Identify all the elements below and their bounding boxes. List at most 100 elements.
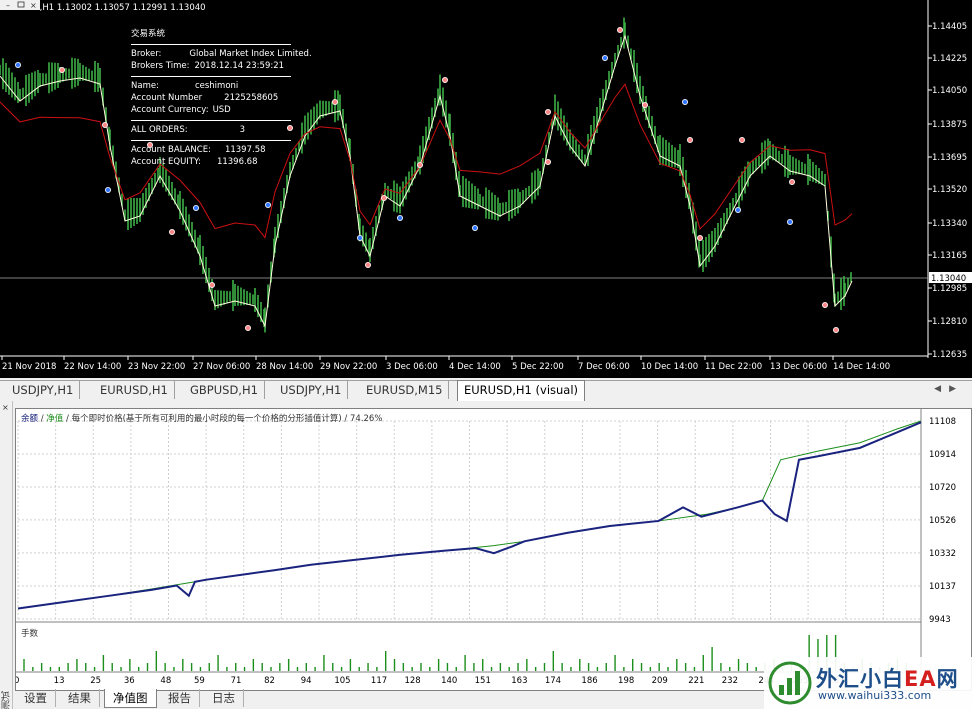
site-watermark: 外汇小白EA网 www.waihui333.com (764, 657, 972, 709)
close-icon: × (30, 1, 37, 10)
time-tick-label: 3 Dec 06:00 (386, 362, 438, 372)
price-tick-label: 1.14405 (932, 22, 967, 32)
tab-journal[interactable]: 日志 (204, 689, 244, 707)
trade-marker (822, 301, 829, 308)
orders-label: ALL ORDERS: (131, 125, 188, 135)
time-tick-label: 27 Nov 06:00 (193, 362, 250, 372)
trade-marker (356, 234, 363, 241)
trade-marker (787, 218, 794, 225)
x-tick-label: 94 (301, 676, 312, 686)
trade-marker (264, 201, 271, 208)
equity-row: Account EQUITY: 11396.68 (131, 156, 296, 168)
trade-marker (545, 109, 552, 116)
trade-marker (617, 26, 624, 33)
orders-value: 3 (239, 125, 246, 135)
time-tick-label: 4 Dec 14:00 (449, 362, 501, 372)
x-tick-label: 48 (160, 676, 171, 686)
divider (131, 140, 291, 141)
price-tick-label: 1.14225 (932, 54, 967, 64)
legend-balance: 余额 (21, 414, 39, 424)
y-tick-label: 10914 (929, 450, 956, 460)
time-tick-label: 23 Nov 22:00 (128, 362, 185, 372)
x-tick-label: 105 (334, 676, 350, 686)
tab-settings[interactable]: 设置 (16, 689, 56, 707)
y-tick-label: 10137 (929, 582, 956, 592)
y-tick-label: 10720 (929, 483, 956, 493)
time-tick-label: 22 Nov 14:00 (64, 362, 121, 372)
divider (131, 120, 291, 121)
price-tick-label: 1.13340 (932, 219, 967, 229)
y-tick-label: 9943 (929, 615, 951, 625)
balance-value: 11397.58 (224, 145, 266, 155)
tab-eurusd-m15[interactable]: EURUSD,M15 (360, 381, 450, 399)
tab-scroll-arrows[interactable]: ◀▶ (934, 384, 964, 394)
equity-value: 11396.68 (216, 157, 258, 167)
lots-label: 手数 (21, 629, 39, 639)
y-tick-label: 11108 (929, 417, 956, 427)
price-tick-label: 1.12635 (932, 350, 967, 360)
minimize-icon: – (6, 1, 10, 10)
legend-description: / 每个即时价格(基于所有可利用的最小时段的每一个价格的分形插值计算) / 74… (63, 414, 383, 424)
trade-marker (416, 161, 423, 168)
x-tick-label: 59 (194, 676, 205, 686)
watermark-url: www.waihui333.com (818, 689, 932, 702)
arrow-left-icon[interactable]: ◀ (934, 384, 949, 394)
tab-eurusd-h1[interactable]: EURUSD,H1 (94, 381, 175, 399)
trade-marker (697, 234, 704, 241)
logo-icon (768, 661, 812, 705)
time-tick-label: 13 Dec 06:00 (770, 362, 827, 372)
tester-sidebar: × 测试 (0, 401, 13, 709)
trade-marker (739, 136, 746, 143)
trade-marker (380, 194, 387, 201)
price-tick-label: 1.12985 (932, 284, 967, 294)
fast-ma-line (0, 34, 853, 328)
price-tick-label: 1.12810 (932, 317, 967, 327)
equity-label: Account EQUITY: (131, 157, 201, 167)
tab-usdjpy-h1-2[interactable]: USDJPY,H1 (274, 381, 349, 399)
arrow-right-icon[interactable]: ▶ (949, 384, 964, 394)
price-tick-label: 1.14050 (932, 86, 967, 96)
chart-tabs-bar: USDJPY,H1 EURUSD,H1 GBPUSD,H1 USDJPY,H1 … (0, 380, 972, 401)
name-row: Name: ceshimoni (131, 80, 296, 92)
tab-results[interactable]: 结果 (60, 689, 100, 707)
trade-marker (471, 224, 478, 231)
divider (131, 76, 291, 77)
x-tick-label: 140 (441, 676, 457, 686)
time-tick-label: 5 Dec 22:00 (512, 362, 564, 372)
trade-marker (168, 228, 175, 235)
graph-legend: 余额 / 净值 / 每个即时价格(基于所有可利用的最小时段的每一个价格的分形插值… (21, 412, 382, 424)
x-tick-label: 117 (371, 676, 387, 686)
divider (131, 44, 291, 45)
price-tick-label: 1.13520 (932, 185, 967, 195)
x-tick-label: 25 (90, 676, 101, 686)
time-tick-label: 11 Dec 22:00 (705, 362, 762, 372)
trade-marker (441, 77, 448, 84)
window-buttons[interactable]: – × (0, 0, 40, 10)
tab-usdjpy-h1[interactable]: USDJPY,H1 (6, 381, 81, 399)
x-tick-label: 36 (124, 676, 135, 686)
x-tick-label: 82 (264, 676, 275, 686)
system-title: 交易系统 (131, 29, 166, 39)
name-label: Name: (131, 81, 159, 91)
currency-row: Account Currency: USD (131, 104, 296, 116)
price-tick-label: 1.13875 (932, 120, 967, 130)
currency-value: USD (212, 105, 231, 115)
tab-eurusd-h1-visual[interactable]: EURUSD,H1 (visual) (457, 380, 586, 401)
time-tick-label: 28 Nov 14:00 (256, 362, 313, 372)
time-value: 2018.12.14 23:59:21 (194, 61, 285, 71)
account-row: Account Number 2125258605 (131, 92, 296, 104)
x-tick-label: 128 (404, 676, 420, 686)
y-tick-label: 10526 (929, 516, 956, 526)
price-tick-label: 1.13695 (932, 153, 967, 163)
tab-report[interactable]: 报告 (160, 689, 200, 707)
time-row: Brokers Time: 2018.12.14 23:59:21 (131, 60, 296, 72)
currency-label: Account Currency: (131, 105, 209, 115)
trade-marker (59, 67, 66, 74)
tab-gbpusd-h1[interactable]: GBPUSD,H1 (184, 381, 265, 399)
balance-row: Account BALANCE: 11397.58 (131, 144, 296, 156)
trade-marker (602, 55, 609, 62)
price-chart[interactable]: 1.14405 1.14225 1.14050 1.13875 1.13695 1.135… (0, 0, 972, 378)
tab-equity-graph[interactable]: 净值图 (104, 689, 157, 708)
x-tick-label: 174 (545, 676, 561, 686)
close-icon[interactable]: × (2, 403, 9, 412)
